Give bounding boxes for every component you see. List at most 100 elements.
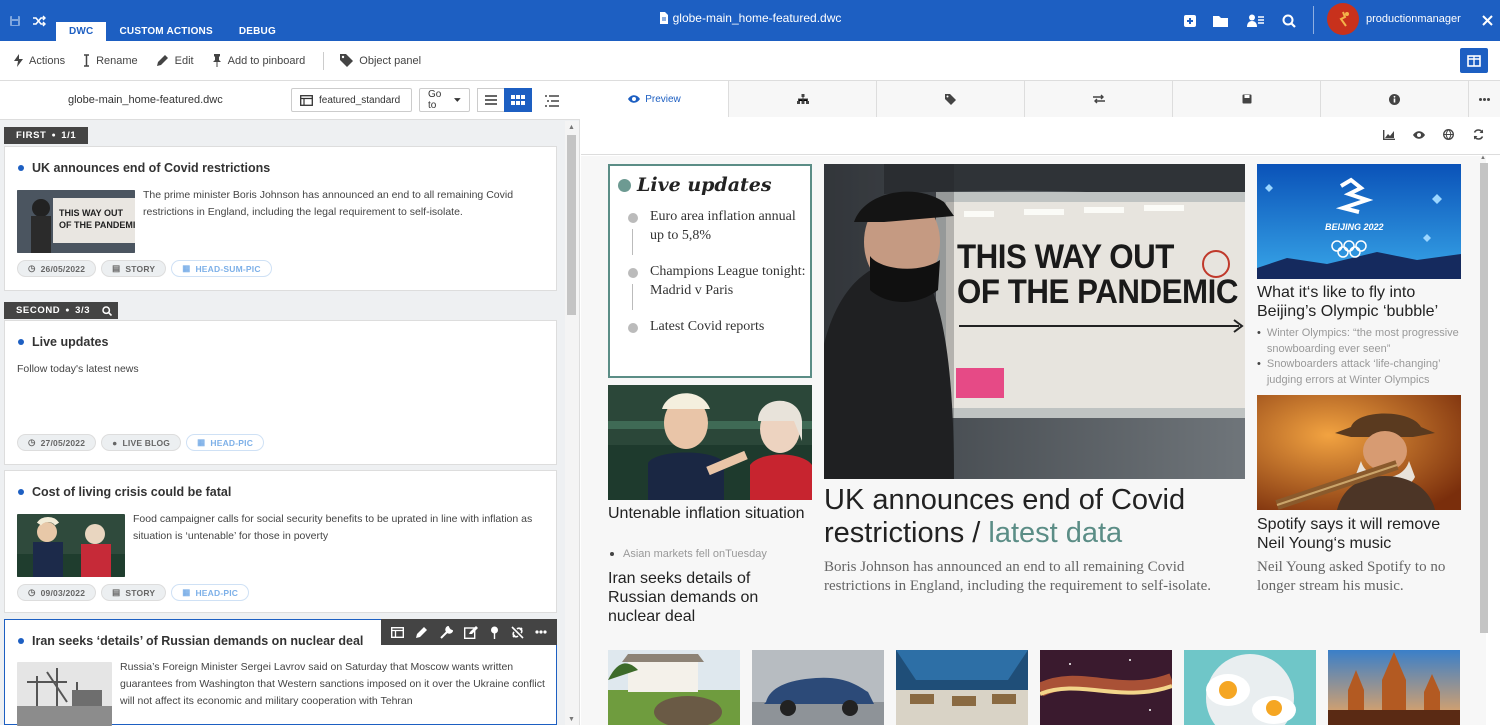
- thumbnail-temple[interactable]: [1328, 650, 1460, 725]
- refresh-icon[interactable]: [1473, 129, 1484, 140]
- layout-select-button[interactable]: featured_standard: [291, 88, 412, 112]
- preview-scrollbar-thumb[interactable]: [1480, 163, 1488, 633]
- list-scrollbar[interactable]: ▲ ▼: [565, 121, 579, 725]
- card-tags: ◷ 27/05/2022 ● LIVE BLOG ▦ HEAD-PIC: [17, 434, 269, 451]
- thumbnail-car[interactable]: [752, 650, 884, 725]
- olympics-related-item[interactable]: • Snowboarders attack ‘life-changing’ jud…: [1257, 357, 1472, 388]
- thumbnail-interior[interactable]: [896, 650, 1028, 725]
- actions-label: Actions: [29, 54, 66, 67]
- columns-icon: [1467, 54, 1481, 67]
- page-preview: Live updates Euro area inflation annual …: [581, 156, 1486, 725]
- pencil-icon[interactable]: [415, 626, 428, 639]
- rename-button[interactable]: Rename: [83, 54, 138, 67]
- sitemap-icon: [796, 94, 809, 104]
- template-tag: ▦ HEAD-SUM-PIC: [171, 260, 272, 277]
- thumbnail-tortoise[interactable]: [608, 650, 740, 725]
- card-summary: Food campaigner calls for social securit…: [133, 513, 533, 542]
- list-scrollbar-thumb[interactable]: [567, 135, 576, 315]
- card-thumbnail: THIS WAY OUT OF THE PANDEMIC: [17, 190, 135, 253]
- olympics-image[interactable]: BEIJING 2022: [1257, 164, 1461, 279]
- live-updates-box[interactable]: Live updates Euro area inflation annual …: [608, 164, 812, 378]
- pin-icon: [212, 54, 221, 67]
- search-icon[interactable]: [102, 305, 113, 316]
- pinboard-label: Add to pinboard: [227, 54, 306, 67]
- user-menu[interactable]: productionmanager: [1327, 3, 1461, 35]
- goto-dropdown[interactable]: Go to: [419, 88, 470, 112]
- type-tag: ▤ STORY: [101, 584, 167, 601]
- tab-links[interactable]: [1025, 81, 1173, 117]
- live-item[interactable]: Latest Covid reports: [650, 317, 810, 336]
- content-card[interactable]: Cost of living crisis could be fatal Foo…: [4, 470, 557, 613]
- edit-label: Edit: [174, 54, 194, 67]
- hero-sign-text: THIS WAY OUT OF THE PANDEMIC: [957, 238, 1239, 311]
- tab-storage[interactable]: [1173, 81, 1321, 117]
- timeline-dot: [628, 323, 638, 333]
- card-summary: The prime minister Boris Johnson has ann…: [143, 189, 514, 218]
- date-tag: ◷ 27/05/2022: [17, 434, 97, 451]
- thumbnail-eggs[interactable]: [1184, 650, 1316, 725]
- actions-button[interactable]: Actions: [14, 54, 65, 67]
- live-item[interactable]: Euro area inflation annual up to 5,8%: [650, 207, 810, 245]
- users-icon[interactable]: [1245, 0, 1267, 41]
- tab-preview[interactable]: Preview: [581, 81, 729, 117]
- preview-scrollbar[interactable]: ▲: [1479, 155, 1489, 633]
- content-card[interactable]: Live updates Follow today's latest news …: [4, 320, 557, 465]
- add-icon[interactable]: [1181, 0, 1199, 41]
- olympics-headline[interactable]: What it‘s like to fly into Beijing’s Oly…: [1257, 283, 1472, 321]
- tab-more[interactable]: [1469, 81, 1500, 117]
- tab-preview-label: Preview: [645, 93, 681, 105]
- tab-info[interactable]: [1321, 81, 1469, 117]
- grid-icon: [511, 95, 525, 105]
- more-icon: [1479, 97, 1490, 101]
- exchange-icon: [1092, 94, 1105, 104]
- outline-view-icon[interactable]: [545, 94, 559, 112]
- tab-tags[interactable]: [877, 81, 1025, 117]
- tab-structure[interactable]: [729, 81, 877, 117]
- inflation-headline[interactable]: Untenable inflation situation: [608, 504, 812, 523]
- object-panel-button[interactable]: Object panel: [340, 54, 421, 67]
- document-title-text: globe-main_home-featured.dwc: [672, 11, 842, 25]
- group-count: 1/1: [61, 130, 77, 141]
- folder-icon[interactable]: [1211, 0, 1231, 41]
- globe-icon[interactable]: [1443, 129, 1454, 140]
- layout-icon[interactable]: [390, 626, 404, 638]
- group-name: SECOND: [16, 305, 61, 316]
- avatar: [1327, 3, 1359, 35]
- card-tags: ◷ 26/05/2022 ▤ STORY ▦ HEAD-SUM-PIC: [17, 260, 277, 277]
- preview-panel: Preview Live updates Euro area inflation…: [581, 81, 1500, 725]
- pin-icon[interactable]: [490, 626, 499, 639]
- inflation-related[interactable]: Asian markets fell onTuesday: [608, 548, 812, 560]
- iran-headline[interactable]: Iran seeks details of Russian demands on…: [608, 569, 812, 626]
- spotify-image[interactable]: [1257, 395, 1461, 510]
- content-card[interactable]: UK announces end of Covid restrictions T…: [4, 146, 557, 291]
- content-list-panel: globe-main_home-featured.dwc featured_st…: [0, 81, 580, 726]
- live-item[interactable]: Champions League tonight: Madrid v Paris: [650, 262, 810, 300]
- search-icon[interactable]: [1280, 0, 1298, 41]
- bolt-icon: [14, 54, 23, 67]
- edit-button[interactable]: Edit: [156, 54, 194, 67]
- unlink-icon[interactable]: [511, 625, 524, 639]
- group-label-second: SECOND ● 3/3: [4, 302, 119, 319]
- more-icon[interactable]: [535, 630, 547, 634]
- edit-note-icon[interactable]: [464, 625, 479, 639]
- main-toolbar: Actions Rename Edit Add to pinboard Obje…: [0, 41, 1500, 81]
- tag-icon: [340, 54, 354, 67]
- layout-toggle-button[interactable]: [1460, 48, 1488, 73]
- card-thumbnail: [17, 514, 125, 577]
- list-view-button[interactable]: [477, 88, 505, 112]
- close-icon[interactable]: [1478, 0, 1496, 41]
- document-title: globe-main_home-featured.dwc: [0, 11, 1500, 27]
- grid-view-button[interactable]: [504, 88, 532, 112]
- card-title: Cost of living crisis could be fatal: [18, 485, 231, 499]
- inflation-image[interactable]: [608, 385, 812, 500]
- thumbnail-galaxy[interactable]: [1036, 650, 1175, 725]
- topbar-divider: [1313, 6, 1314, 34]
- hero-image[interactable]: THIS WAY OUT OF THE PANDEMIC: [824, 164, 1245, 479]
- spotify-headline[interactable]: Spotify says it will remove Neil Young‘s…: [1257, 515, 1472, 553]
- chart-icon[interactable]: [1383, 130, 1395, 140]
- hero-headline[interactable]: UK announces end of Covid restrictions /…: [824, 484, 1264, 550]
- eye-icon[interactable]: [1413, 131, 1425, 139]
- olympics-related-item[interactable]: • Winter Olympics: “the most progressive …: [1257, 326, 1472, 357]
- add-to-pinboard-button[interactable]: Add to pinboard: [212, 54, 306, 67]
- wrench-icon[interactable]: [440, 625, 453, 639]
